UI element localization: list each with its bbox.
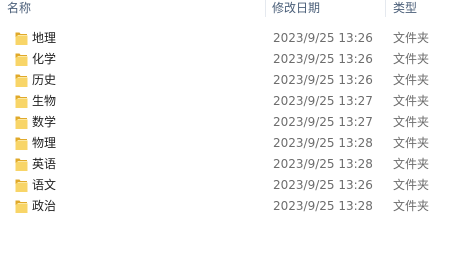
- file-row[interactable]: 地理 2023/9/25 13:26 文件夹: [0, 28, 459, 49]
- file-name: 政治: [32, 199, 57, 213]
- file-row[interactable]: 英语 2023/9/25 13:28 文件夹: [0, 154, 459, 175]
- folder-icon: [15, 31, 28, 46]
- file-date-modified: 2023/9/25 13:26: [273, 52, 373, 66]
- file-name: 英语: [32, 157, 57, 171]
- file-row[interactable]: 化学 2023/9/25 13:26 文件夹: [0, 49, 459, 70]
- folder-icon: [15, 136, 28, 151]
- file-row[interactable]: 数学 2023/9/25 13:27 文件夹: [0, 112, 459, 133]
- file-name: 生物: [32, 94, 57, 108]
- file-type: 文件夹: [393, 31, 430, 45]
- folder-icon: [15, 178, 28, 193]
- folder-icon: [15, 52, 28, 67]
- folder-icon: [15, 199, 28, 214]
- column-header-name[interactable]: 名称: [7, 0, 265, 18]
- file-type: 文件夹: [393, 178, 430, 192]
- column-header-type[interactable]: 类型: [393, 0, 453, 18]
- file-row[interactable]: 生物 2023/9/25 13:27 文件夹: [0, 91, 459, 112]
- file-type: 文件夹: [393, 199, 430, 213]
- column-divider[interactable]: [265, 0, 266, 17]
- folder-icon: [15, 94, 28, 109]
- file-name: 语文: [32, 178, 57, 192]
- file-date-modified: 2023/9/25 13:28: [273, 157, 373, 171]
- file-name: 物理: [32, 136, 57, 150]
- file-name: 历史: [32, 73, 57, 87]
- folder-icon: [15, 157, 28, 172]
- file-type: 文件夹: [393, 52, 430, 66]
- file-type: 文件夹: [393, 136, 430, 150]
- file-date-modified: 2023/9/25 13:28: [273, 136, 373, 150]
- file-type: 文件夹: [393, 157, 430, 171]
- file-name: 数学: [32, 115, 57, 129]
- file-type: 文件夹: [393, 115, 430, 129]
- file-row[interactable]: 政治 2023/9/25 13:28 文件夹: [0, 196, 459, 217]
- file-list: 地理 2023/9/25 13:26 文件夹 化学 2023/9/25 13:2…: [0, 28, 459, 217]
- column-header-bar: 名称 修改日期 类型: [0, 0, 459, 18]
- file-name: 地理: [32, 31, 57, 45]
- file-name: 化学: [32, 52, 57, 66]
- file-type: 文件夹: [393, 94, 430, 108]
- column-divider[interactable]: [385, 0, 386, 17]
- column-header-date-modified[interactable]: 修改日期: [272, 0, 382, 18]
- file-row[interactable]: 物理 2023/9/25 13:28 文件夹: [0, 133, 459, 154]
- file-date-modified: 2023/9/25 13:28: [273, 199, 373, 213]
- file-date-modified: 2023/9/25 13:27: [273, 115, 373, 129]
- file-date-modified: 2023/9/25 13:26: [273, 31, 373, 45]
- file-date-modified: 2023/9/25 13:26: [273, 73, 373, 87]
- file-row[interactable]: 历史 2023/9/25 13:26 文件夹: [0, 70, 459, 91]
- file-type: 文件夹: [393, 73, 430, 87]
- folder-icon: [15, 73, 28, 88]
- folder-icon: [15, 115, 28, 130]
- file-date-modified: 2023/9/25 13:27: [273, 94, 373, 108]
- file-date-modified: 2023/9/25 13:26: [273, 178, 373, 192]
- file-row[interactable]: 语文 2023/9/25 13:26 文件夹: [0, 175, 459, 196]
